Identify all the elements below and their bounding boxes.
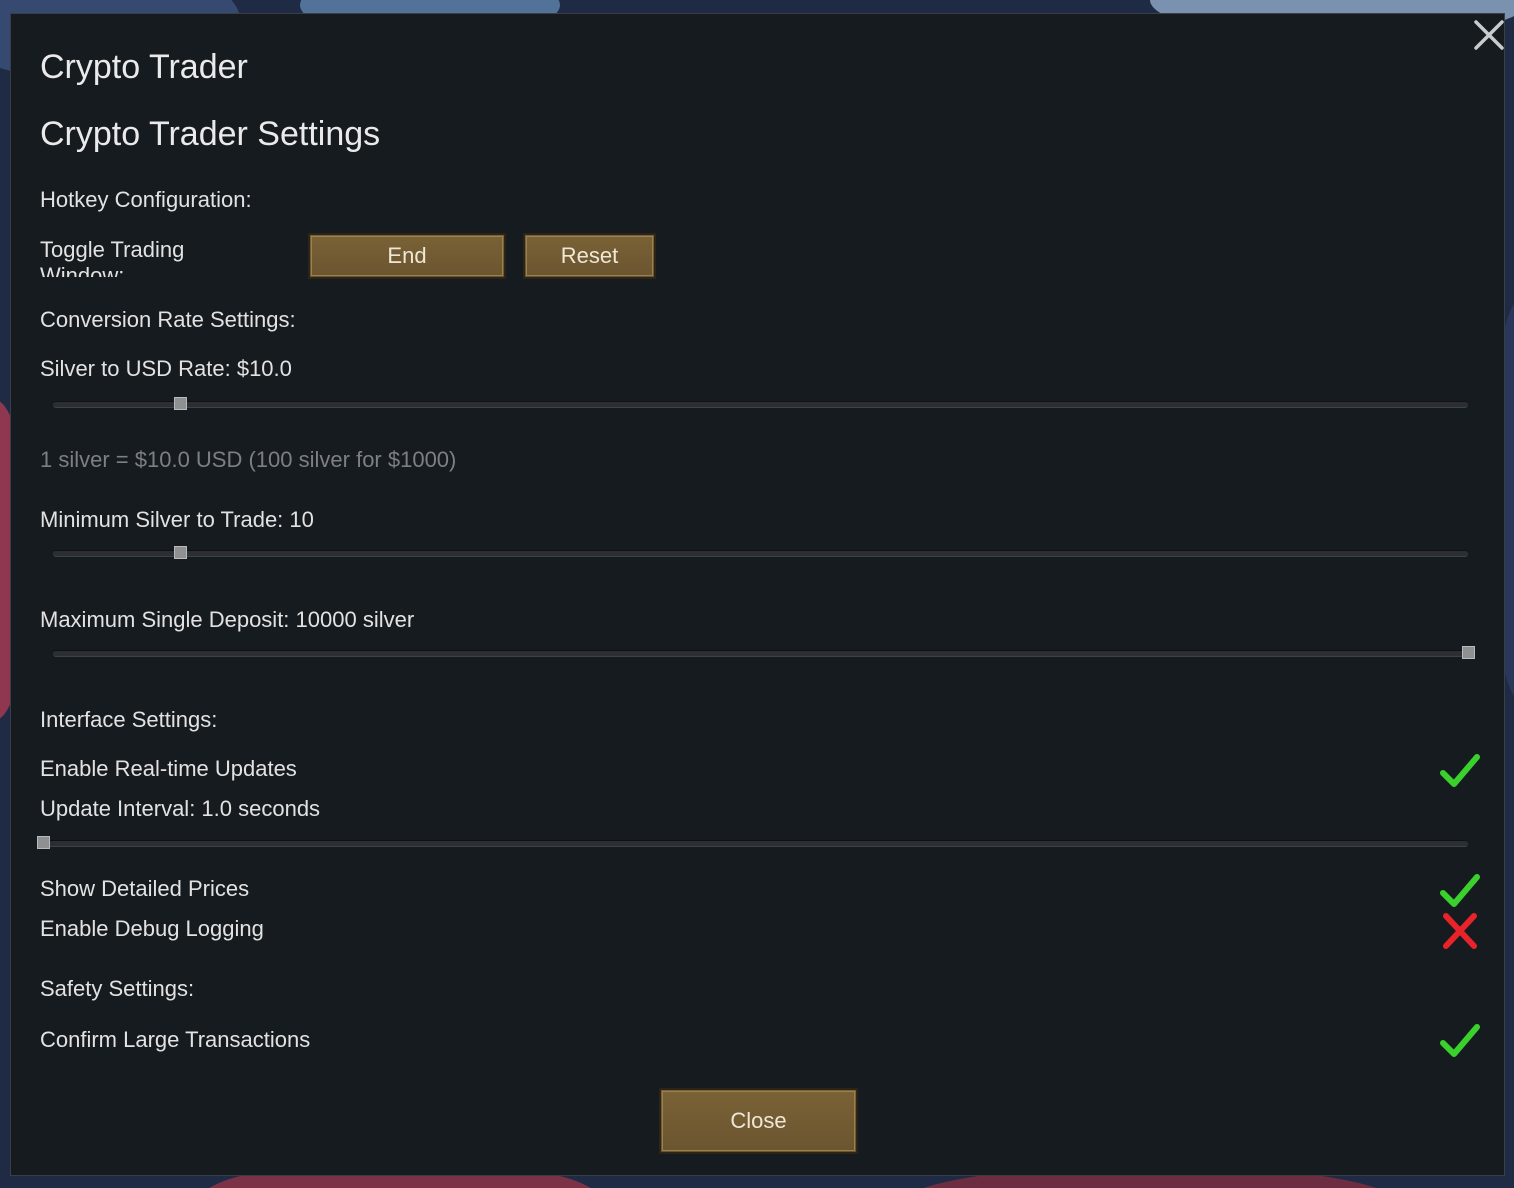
slider-track [53, 401, 1468, 408]
detailed-prices-toggle[interactable] [1439, 872, 1481, 910]
max-deposit-slider[interactable] [53, 643, 1475, 663]
update-interval-slider[interactable] [37, 833, 1468, 853]
slider-track [53, 650, 1468, 657]
green-checkmark-icon [1440, 874, 1480, 907]
debug-logging-label: Enable Debug Logging [40, 916, 264, 941]
slider-thumb[interactable] [1462, 646, 1475, 659]
toggle-trading-window-label: Toggle Trading Window: [40, 237, 185, 277]
hotkey-reset-button[interactable]: Reset [523, 233, 656, 279]
min-silver-label: Minimum Silver to Trade: 10 [40, 507, 314, 532]
dialog-title: Crypto Trader [40, 48, 248, 86]
rate-hint-text: 1 silver = $10.0 USD (100 silver for $10… [40, 447, 457, 472]
slider-track [53, 550, 1468, 557]
close-icon[interactable] [1472, 18, 1506, 52]
green-checkmark-icon [1440, 1024, 1480, 1057]
safety-section-label: Safety Settings: [40, 976, 195, 1001]
red-x-icon [1443, 913, 1477, 949]
confirm-large-toggle[interactable] [1439, 1022, 1481, 1060]
hotkey-section-label: Hotkey Configuration: [40, 187, 252, 212]
slider-track [43, 840, 1468, 847]
silver-usd-rate-label: Silver to USD Rate: $10.0 [40, 356, 292, 381]
interface-section-label: Interface Settings: [40, 707, 218, 732]
close-button[interactable]: Close [659, 1088, 858, 1154]
slider-thumb[interactable] [37, 836, 50, 849]
min-silver-slider[interactable] [53, 543, 1468, 563]
silver-usd-rate-slider[interactable] [53, 394, 1468, 414]
confirm-large-label: Confirm Large Transactions [40, 1027, 311, 1052]
settings-dialog: Crypto Trader Crypto Trader Settings Hot… [10, 13, 1505, 1176]
detailed-prices-label: Show Detailed Prices [40, 876, 250, 901]
update-interval-label: Update Interval: 1.0 seconds [40, 796, 321, 821]
conversion-section-label: Conversion Rate Settings: [40, 307, 296, 332]
max-deposit-label: Maximum Single Deposit: 10000 silver [40, 607, 415, 632]
realtime-updates-toggle[interactable] [1439, 752, 1481, 790]
slider-thumb[interactable] [174, 397, 188, 410]
green-checkmark-icon [1440, 754, 1480, 787]
slider-thumb[interactable] [174, 546, 188, 559]
hotkey-end-button[interactable]: End [308, 233, 506, 279]
realtime-updates-label: Enable Real-time Updates [40, 756, 297, 781]
debug-logging-toggle[interactable] [1439, 912, 1481, 950]
settings-heading: Crypto Trader Settings [40, 115, 381, 153]
